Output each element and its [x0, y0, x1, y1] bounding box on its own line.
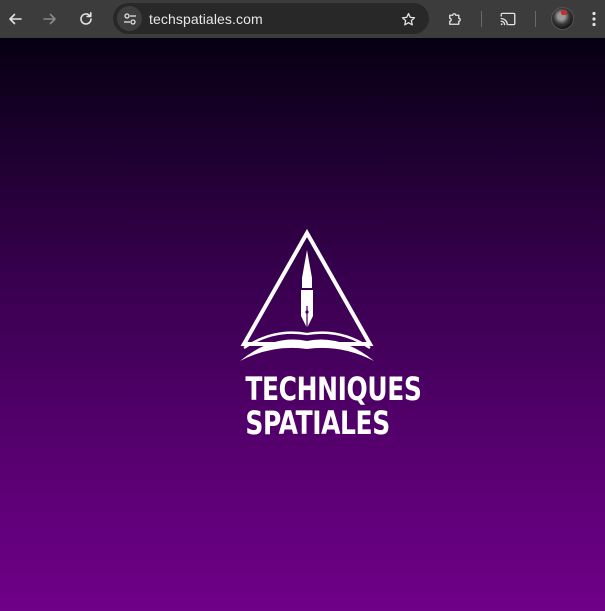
forward-button[interactable]	[36, 5, 64, 33]
menu-button[interactable]	[584, 5, 604, 33]
url-text[interactable]: techspatiales.com	[149, 11, 263, 27]
cast-icon	[500, 12, 516, 26]
site-info-button[interactable]	[117, 6, 142, 31]
arrow-right-icon	[43, 13, 56, 25]
site-logo[interactable]: TECHNIQUES SPATIALES	[228, 228, 422, 448]
page-content: TECHNIQUES SPATIALES	[0, 38, 605, 611]
logo-text-line1: TECHNIQUES	[245, 370, 422, 408]
reload-button[interactable]	[72, 5, 100, 33]
logo-text-line2: SPATIALES	[245, 404, 390, 442]
star-icon	[401, 12, 415, 26]
browser-toolbar: techspatiales.com	[0, 0, 605, 38]
reload-icon	[80, 12, 92, 25]
puzzle-icon	[449, 13, 461, 25]
toolbar-separator	[535, 11, 536, 27]
cast-button[interactable]	[494, 5, 522, 33]
profile-avatar[interactable]	[551, 7, 574, 30]
arrow-left-icon	[9, 13, 22, 25]
more-vertical-icon	[592, 11, 596, 27]
tune-icon	[123, 12, 136, 25]
extensions-button[interactable]	[441, 5, 469, 33]
toolbar-separator	[481, 11, 482, 27]
logo-emblem	[240, 228, 374, 361]
address-bar[interactable]: techspatiales.com	[113, 3, 429, 34]
bookmark-button[interactable]	[397, 8, 419, 30]
back-button[interactable]	[1, 5, 29, 33]
